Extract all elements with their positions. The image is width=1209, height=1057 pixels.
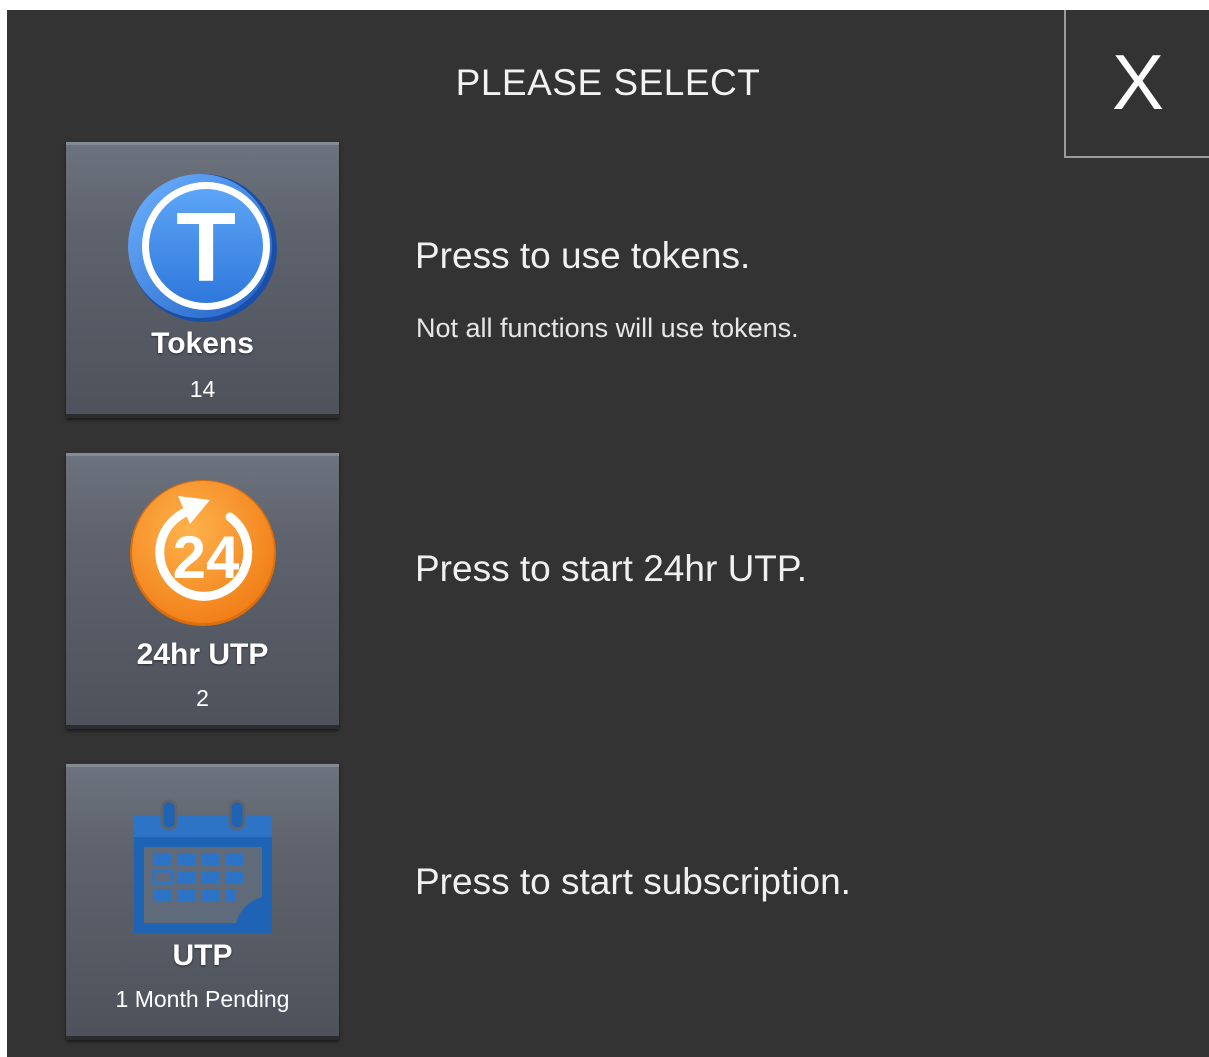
tokens-button[interactable]: T Tokens 14: [66, 142, 339, 418]
close-icon: X: [1111, 51, 1163, 115]
close-button[interactable]: X: [1064, 10, 1209, 158]
utp-label: UTP: [172, 939, 233, 972]
dialog-title: PLEASE SELECT: [455, 62, 761, 103]
tokens-note: Not all functions will use tokens.: [416, 313, 799, 343]
24hr-utp-count: 2: [196, 685, 209, 711]
utp-subscription-description: Press to start subscription.: [415, 861, 851, 902]
svg-text:T: T: [176, 192, 236, 302]
tokens-label: Tokens: [151, 327, 254, 360]
utp-status: 1 Month Pending: [115, 986, 290, 1012]
24hr-utp-label: 24hr UTP: [136, 638, 269, 671]
tokens-count: 14: [189, 376, 216, 402]
tokens-description: Press to use tokens.: [415, 235, 751, 276]
calendar-icon: [66, 799, 339, 935]
24hr-utp-description: Press to start 24hr UTP.: [415, 548, 808, 589]
24hr-utp-button[interactable]: 24 24hr UTP 2: [66, 453, 339, 729]
utp-subscription-button[interactable]: UTP 1 Month Pending: [66, 764, 339, 1040]
svg-text:24: 24: [172, 524, 239, 591]
token-coin-icon: T: [66, 173, 339, 323]
select-dialog: PLEASE SELECT X T Tokens 14 Press to use…: [7, 10, 1209, 1057]
24hr-clock-icon: 24: [66, 478, 339, 628]
svg-text:X: X: [1111, 51, 1163, 115]
